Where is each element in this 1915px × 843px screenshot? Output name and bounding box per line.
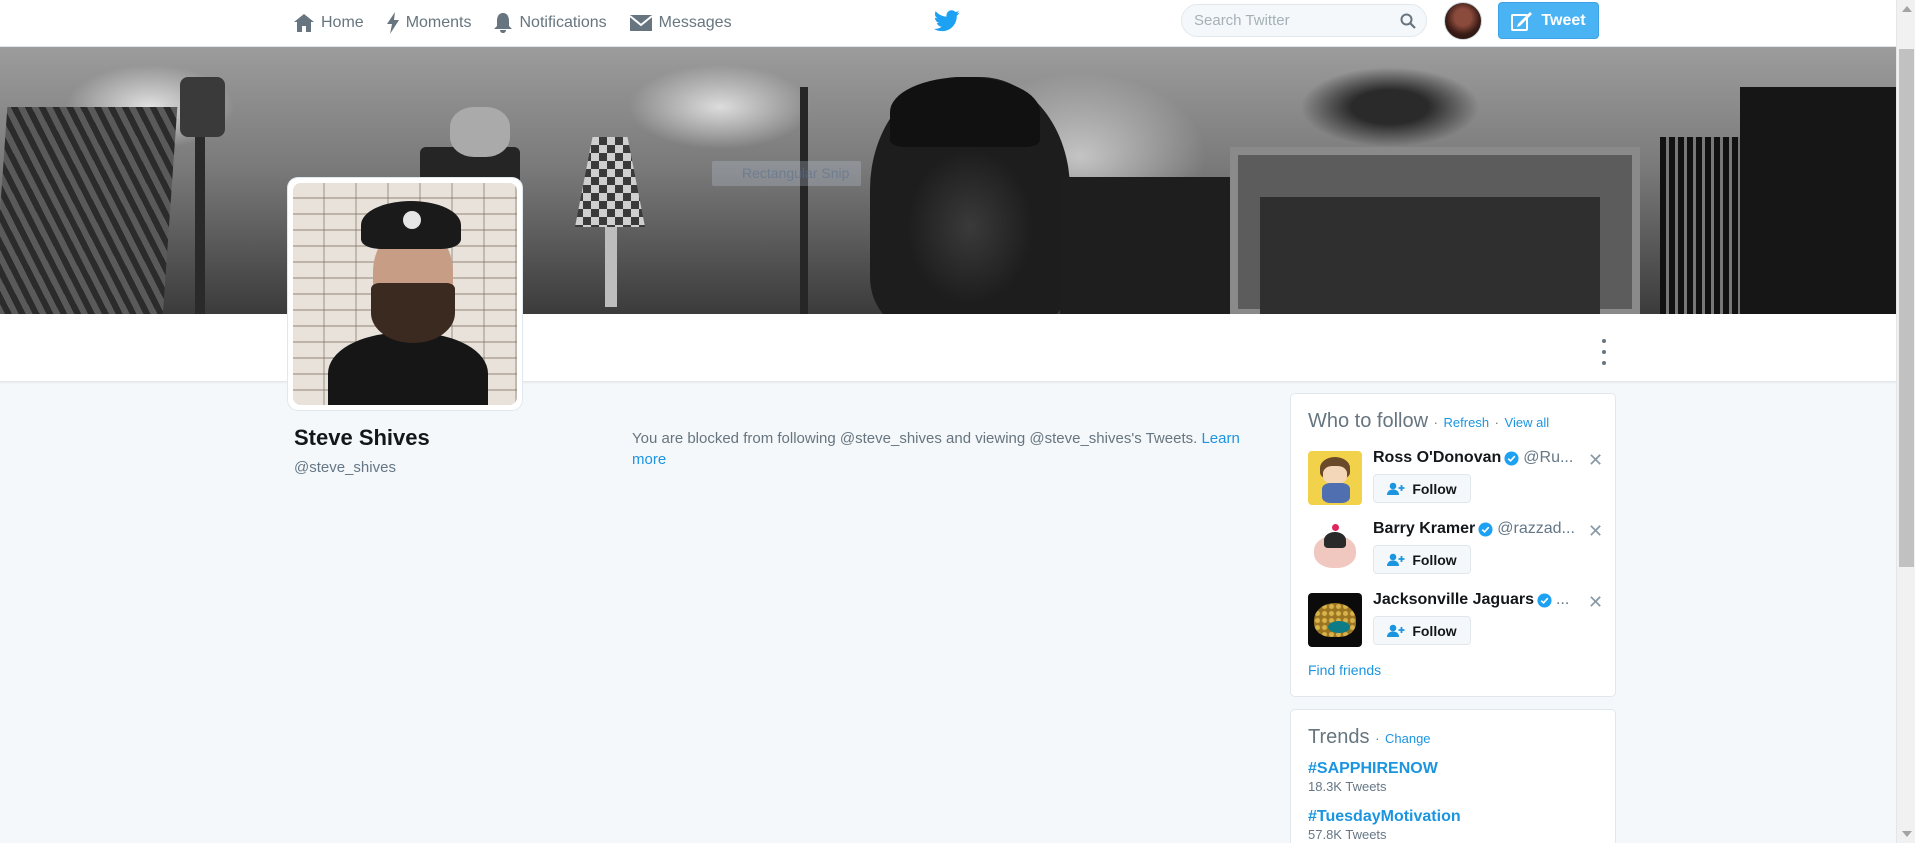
follow-button[interactable]: Follow [1373,474,1471,503]
profile-photo [293,183,517,405]
search-icon[interactable] [1400,13,1416,29]
profile-nav-strip [0,314,1896,382]
suggested-user: Barry Kramer @razzad... ✕ Follow [1308,520,1608,580]
account-avatar[interactable] [1444,2,1482,40]
verified-badge-icon [1478,521,1493,537]
profile-handle[interactable]: @steve_shives [294,459,396,476]
user-name[interactable]: Barry Kramer @razzad... [1373,520,1583,538]
nav-messages[interactable]: Messages [629,0,732,46]
envelope-icon [629,15,653,31]
nav-moments[interactable]: Moments [386,0,472,46]
trend-hashtag[interactable]: #TuesdayMotivation [1308,808,1461,826]
view-all-link[interactable]: View all [1505,415,1550,430]
refresh-link[interactable]: Refresh [1444,415,1490,430]
nav-home-label: Home [321,14,364,31]
follow-button[interactable]: Follow [1373,545,1471,574]
user-handle: @razzad... [1497,520,1575,537]
profile-name: Steve Shives [294,425,430,450]
trend-count: 18.3K Tweets [1308,779,1387,794]
page-scrollbar[interactable] [1896,0,1915,843]
nav-home[interactable]: Home [293,0,364,46]
suggested-user: Ross O'Donovan @Ru... ✕ Follow [1308,449,1608,509]
separator: · [1494,415,1499,430]
change-trends-link[interactable]: Change [1385,731,1431,746]
nav-messages-label: Messages [658,14,732,31]
dismiss-close-icon[interactable]: ✕ [1588,521,1603,542]
separator: · [1433,415,1438,430]
find-friends-link[interactable]: Find friends [1308,662,1381,678]
nav-notifications[interactable]: Notifications [493,0,607,46]
user-name[interactable]: Jacksonville Jaguars ... [1373,591,1583,609]
who-to-follow-card: Who to follow · Refresh · View all Ross … [1290,393,1616,697]
trends-card: Trends · Change #SAPPHIRENOW 18.3K Tweet… [1290,709,1616,843]
follow-button[interactable]: Follow [1373,616,1471,645]
dismiss-close-icon[interactable]: ✕ [1588,450,1603,471]
bell-icon [494,13,513,33]
verified-badge-icon [1504,450,1519,466]
search-box[interactable] [1181,4,1427,37]
scroll-up-arrow-icon[interactable] [1902,6,1912,12]
trends-header: Trends · Change [1308,726,1431,749]
compose-icon [1511,11,1533,31]
top-nav-bar: Home Moments Notifications Messages Twee… [0,0,1896,47]
trend-item[interactable]: #TuesdayMotivation 57.8K Tweets [1308,808,1461,842]
more-options-icon[interactable] [1597,339,1611,365]
blocked-message: You are blocked from following @steve_sh… [632,430,1198,447]
search-input[interactable] [1194,12,1394,29]
user-avatar[interactable] [1308,451,1362,505]
user-handle: @Ru... [1523,449,1574,466]
add-user-icon [1387,624,1405,637]
blocked-notice: You are blocked from following @steve_sh… [632,428,1272,470]
suggested-user: Jacksonville Jaguars ... ✕ Follow [1308,591,1608,651]
trends-title: Trends [1308,726,1370,748]
tweet-button[interactable]: Tweet [1498,2,1599,39]
user-avatar[interactable] [1308,593,1362,647]
rectangular-snip-overlay: Rectangular Snip [712,161,862,186]
scrollbar-thumb[interactable] [1899,49,1914,567]
add-user-icon [1387,553,1405,566]
user-avatar[interactable] [1308,522,1362,576]
tweet-button-label: Tweet [1541,11,1586,29]
user-name[interactable]: Ross O'Donovan @Ru... [1373,449,1583,467]
dismiss-close-icon[interactable]: ✕ [1588,592,1603,613]
nav-notifications-label: Notifications [519,14,607,31]
user-handle: ... [1555,591,1570,608]
trend-item[interactable]: #SAPPHIRENOW 18.3K Tweets [1308,760,1438,794]
trend-count: 57.8K Tweets [1308,827,1387,842]
nav-moments-label: Moments [405,14,472,31]
who-to-follow-title: Who to follow [1308,410,1429,432]
twitter-bird-icon[interactable] [934,10,960,32]
who-to-follow-header: Who to follow · Refresh · View all [1308,410,1549,433]
separator: · [1375,731,1380,746]
profile-banner [0,47,1896,314]
lightning-icon [386,12,399,34]
add-user-icon [1387,482,1405,495]
primary-nav: Home Moments Notifications Messages [293,0,754,46]
trend-hashtag[interactable]: #SAPPHIRENOW [1308,760,1438,778]
verified-badge-icon [1537,592,1552,608]
scroll-down-arrow-icon[interactable] [1902,831,1912,837]
home-icon [294,14,314,32]
profile-avatar[interactable] [288,178,522,410]
